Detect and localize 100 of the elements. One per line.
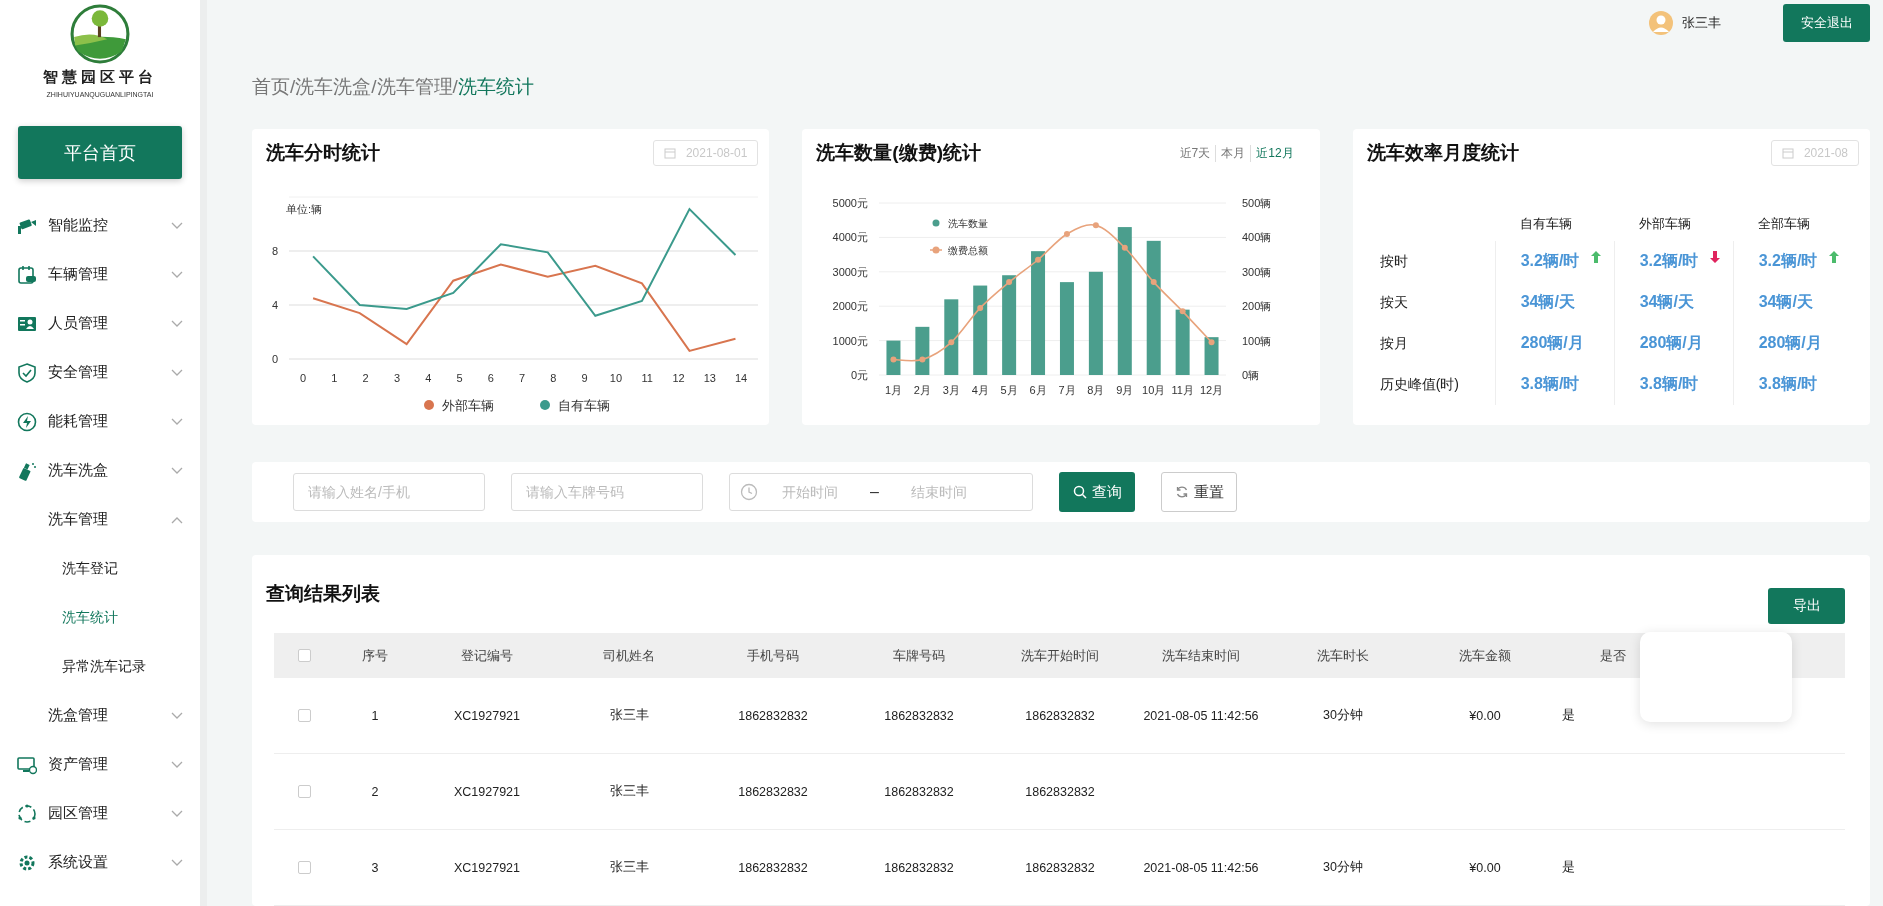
user-name: 张三丰 (1682, 13, 1721, 32)
menu-item[interactable]: 园区管理 (0, 789, 200, 838)
card-title: 洗车效率月度统计 (1366, 141, 1519, 166)
logo-title: 智慧园区平台 (43, 68, 157, 87)
menu-item[interactable]: 车辆管理 (0, 250, 200, 299)
row-label: 按月 (1379, 334, 1409, 353)
menu-icon (17, 362, 37, 383)
table-cell: 2 (371, 784, 379, 799)
checkbox[interactable] (297, 785, 311, 798)
table-cell: 1862832832 (738, 784, 808, 799)
stat-value: 280辆/月 (1758, 333, 1822, 354)
table-cell: 1862832832 (738, 708, 808, 723)
menu-item[interactable]: 洗盒管理 (0, 691, 200, 740)
home-button[interactable]: 平台首页 (18, 126, 182, 179)
bar (1175, 309, 1190, 376)
axis-label: 1 (331, 372, 338, 385)
date-range-field[interactable]: 开始时间 – 结束时间 (729, 473, 1033, 512)
export-button[interactable]: 导出 (1768, 588, 1845, 624)
column-header: 是否 (1600, 646, 1626, 665)
chevron-icon (171, 270, 183, 279)
menu-item[interactable]: 洗车洗盒 (0, 446, 200, 495)
table-cell: 张三丰 (609, 707, 649, 724)
axis-label: 4 (271, 299, 278, 312)
table-cell: 张三丰 (609, 859, 649, 876)
legend-marker (424, 400, 434, 411)
stat-value: 34辆/天 (1520, 292, 1575, 313)
menu-item[interactable]: 洗车管理 (0, 495, 200, 544)
axis-label: 13 (703, 372, 716, 385)
menu-item[interactable]: 安全管理 (0, 348, 200, 397)
card-title: 洗车分时统计 (266, 141, 380, 166)
axis-label: 11月 (1171, 384, 1195, 397)
refresh-icon (1174, 485, 1189, 500)
section-title: 查询结果列表 (266, 582, 380, 606)
stat-value: 3.8辆/时 (1758, 374, 1818, 395)
data-point (1006, 279, 1013, 286)
column-header: 洗车金额 (1459, 646, 1511, 665)
menu-item[interactable]: 能耗管理 (0, 397, 200, 446)
menu-item[interactable]: 异常洗车记录 (0, 642, 200, 691)
axis-title: 单位:辆 (286, 203, 323, 216)
table-cell: 1862832832 (1025, 784, 1095, 799)
chevron-icon (171, 858, 183, 867)
column-header: 洗车开始时间 (1021, 646, 1099, 665)
axis-label: 7 (519, 372, 526, 385)
legend-marker (929, 246, 944, 254)
menu-icon (17, 803, 37, 824)
reset-button[interactable]: 重置 (1161, 472, 1237, 513)
breadcrumb-separator: / (371, 75, 377, 100)
menu-item[interactable]: 洗车统计 (0, 593, 200, 642)
menu-icon (17, 264, 37, 285)
search-field[interactable]: 请输入车牌号码 (511, 473, 703, 512)
stat-value: 3.8辆/时 (1520, 374, 1580, 395)
search-button[interactable]: 查询 (1059, 472, 1135, 513)
table-cell-text: 是 (1561, 859, 1575, 876)
chevron-icon (171, 319, 183, 328)
breadcrumb-link[interactable]: 洗车管理 (376, 73, 453, 102)
axis-label: 500辆 (1242, 197, 1272, 210)
table-cell: 2021-08-05 11:42:56 (1143, 860, 1259, 875)
range-tab[interactable]: 近7天 (1174, 144, 1216, 162)
checkbox[interactable] (297, 649, 311, 662)
menu-item[interactable]: 资产管理 (0, 740, 200, 789)
legend-marker (540, 400, 550, 411)
table-cell: 1862832832 (884, 784, 954, 799)
checkbox[interactable] (297, 709, 311, 722)
axis-label: 200辆 (1242, 300, 1272, 313)
data-point (890, 356, 897, 363)
row-label: 按天 (1379, 293, 1409, 312)
data-point (977, 305, 984, 312)
stat-value: 280辆/月 (1639, 333, 1703, 354)
range-tab[interactable]: 本月 (1215, 144, 1251, 162)
axis-label: 0 (271, 353, 278, 366)
data-point (1151, 279, 1158, 286)
axis-label: 5000元 (832, 197, 869, 210)
table-cell: 1862832832 (884, 860, 954, 875)
axis-label: 5 (456, 372, 463, 385)
menu-item[interactable]: 人员管理 (0, 299, 200, 348)
row-label: 历史峰值(时) (1379, 375, 1460, 394)
axis-label: 4000元 (832, 231, 869, 244)
table-cell: XC1927921 (454, 708, 520, 723)
menu-item[interactable]: 洗车登记 (0, 544, 200, 593)
chevron-icon (171, 760, 183, 769)
menu-item[interactable]: 系统设置 (0, 838, 200, 887)
column-header: 司机姓名 (603, 646, 655, 665)
breadcrumb-link[interactable]: 洗车统计 (457, 73, 534, 102)
data-point (919, 356, 926, 363)
checkbox[interactable] (297, 861, 311, 874)
logout-button[interactable]: 安全退出 (1783, 3, 1870, 42)
axis-label: 2月 (914, 384, 932, 397)
axis-label: 7月 (1058, 384, 1076, 397)
range-tab[interactable]: 近12月 (1250, 144, 1299, 162)
legend-marker (932, 219, 940, 227)
menu-item[interactable]: 智能监控 (0, 201, 200, 250)
legend-label: 外部车辆 (442, 398, 494, 414)
table-cell: ¥0.00 (1469, 860, 1501, 875)
breadcrumb-link[interactable]: 首页 (252, 73, 290, 102)
search-field[interactable]: 请输入姓名/手机 (293, 473, 485, 512)
card-title: 洗车数量(缴费)统计 (816, 141, 981, 166)
breadcrumb-link[interactable]: 洗车洗盒 (295, 73, 372, 102)
data-point (1064, 231, 1071, 238)
table-cell: 1862832832 (1025, 860, 1095, 875)
column-header: 登记编号 (461, 646, 513, 665)
